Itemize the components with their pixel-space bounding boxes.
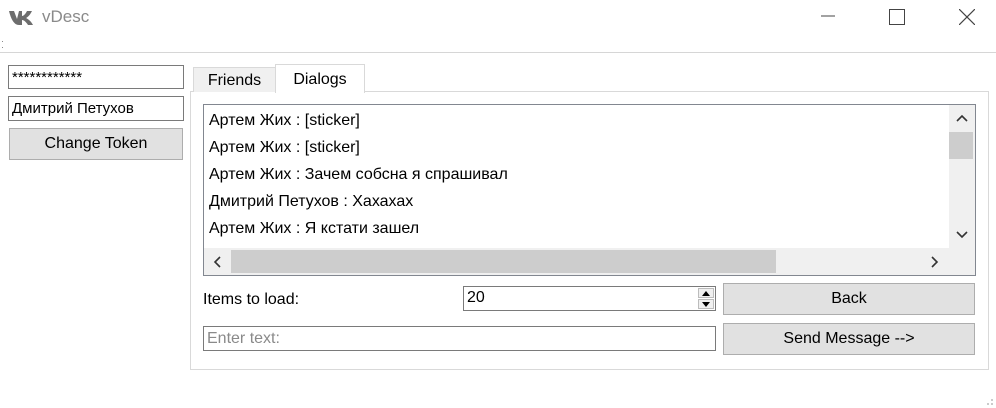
vertical-scrollbar[interactable] [949, 105, 975, 248]
menu-divider [0, 52, 996, 53]
token-field[interactable] [8, 65, 184, 89]
menu-grip: · · [1, 36, 4, 52]
minimize-button[interactable] [805, 0, 851, 34]
tab-dialogs[interactable]: Dialogs [275, 64, 365, 93]
messages-list[interactable]: Артем Жих : [sticker] Артем Жих : [stick… [203, 104, 976, 276]
title-bar: vDesc [0, 0, 996, 34]
send-message-button[interactable]: Send Message --> [723, 323, 975, 355]
message-input[interactable] [203, 326, 716, 351]
stepper-down-icon [702, 302, 710, 307]
vertical-scroll-thumb[interactable] [949, 132, 973, 159]
vk-logo-icon [9, 11, 33, 25]
stepper-down-button[interactable] [698, 299, 714, 309]
stepper-buttons [698, 288, 714, 309]
list-item[interactable]: Дмитрий Петухов : Хахахах [209, 193, 413, 211]
list-item[interactable]: Артем Жих : Я кстати зашел [209, 220, 419, 238]
items-to-load-label: Items to load: [203, 291, 300, 308]
change-token-button[interactable]: Change Token [9, 128, 183, 160]
close-button[interactable] [944, 0, 990, 34]
maximize-icon [889, 9, 905, 25]
resize-grip-icon[interactable] [984, 396, 994, 406]
scroll-up-icon[interactable] [956, 114, 968, 122]
items-to-load-value[interactable]: 20 [467, 289, 485, 307]
list-item[interactable]: Артем Жих : [sticker] [209, 139, 360, 157]
stepper-up-button[interactable] [698, 288, 714, 298]
scrollbar-corner [949, 248, 975, 275]
back-button[interactable]: Back [723, 283, 975, 315]
horizontal-scrollbar[interactable] [204, 248, 949, 275]
items-to-load-stepper[interactable]: 20 [463, 286, 716, 311]
minimize-icon [821, 15, 835, 17]
list-item[interactable]: Артем Жих : [sticker] [209, 112, 360, 130]
list-item[interactable]: Артем Жих : Зачем собсна я спрашивал [209, 166, 508, 184]
stepper-up-icon [702, 291, 710, 296]
scroll-right-icon[interactable] [931, 256, 939, 268]
user-name-field[interactable] [8, 96, 184, 121]
window-title: vDesc [42, 7, 90, 26]
tab-friends[interactable]: Friends [193, 67, 276, 92]
scroll-down-icon[interactable] [956, 231, 968, 239]
maximize-button[interactable] [874, 0, 920, 34]
close-icon [959, 9, 975, 25]
scroll-left-icon[interactable] [213, 256, 221, 268]
horizontal-scroll-thumb[interactable] [231, 250, 776, 273]
